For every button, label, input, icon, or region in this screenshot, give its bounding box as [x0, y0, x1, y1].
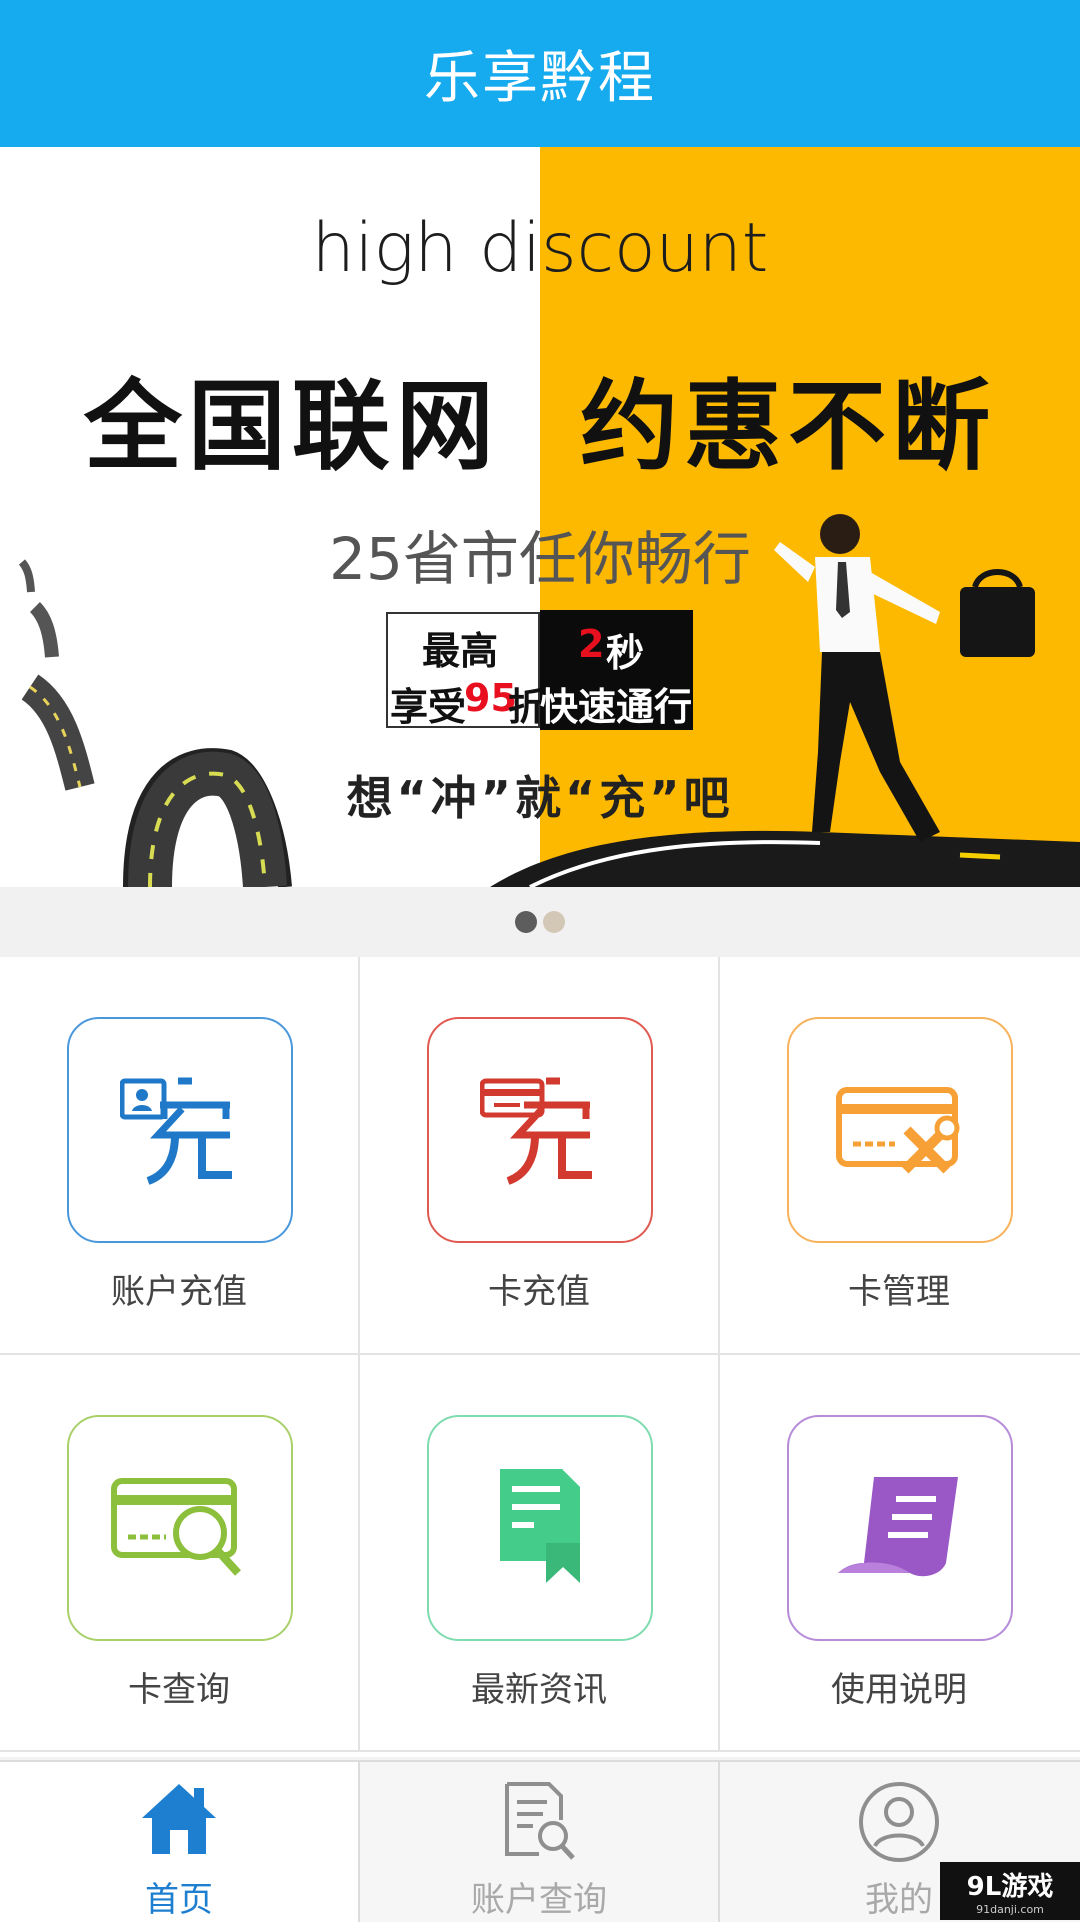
speed-seconds-value: 2 — [578, 622, 605, 666]
tab-home[interactable]: 首页 — [0, 1762, 358, 1922]
carousel-indicator — [0, 887, 1080, 957]
banner-subline: 25省市任你畅行 — [329, 525, 751, 593]
discount-top-text: 最高 — [422, 629, 499, 673]
home-icon — [129, 1780, 229, 1870]
road-illustration — [18, 559, 292, 887]
grid-item-instructions[interactable]: 使用说明 — [720, 1355, 1078, 1753]
tab-label: 账户查询 — [471, 1880, 607, 1920]
grid-item-label: 卡充值 — [488, 1272, 590, 1312]
bottom-tab-bar: 首页 账户查询 我的 — [0, 1760, 1080, 1922]
instructions-icon — [787, 1415, 1013, 1641]
banner-slogan: 想“冲”就“充”吧 — [346, 771, 734, 825]
card-recharge-icon — [427, 1017, 653, 1243]
watermark-url: 91danji.com — [976, 1903, 1044, 1916]
speed-box: 2 秒 快速通行 — [540, 610, 693, 730]
grid-item-account-recharge[interactable]: 账户充值 — [0, 957, 358, 1355]
grid-item-label: 卡查询 — [128, 1670, 230, 1710]
news-icon — [427, 1415, 653, 1641]
grid-item-card-query[interactable]: 卡查询 — [0, 1355, 358, 1753]
site-watermark: 9L游戏 91danji.com — [940, 1862, 1080, 1920]
grid-item-label: 卡管理 — [848, 1272, 950, 1312]
grid-item-label: 最新资讯 — [471, 1670, 607, 1710]
grid-item-card-manage[interactable]: 卡管理 — [720, 957, 1078, 1355]
card-manage-icon — [787, 1017, 1013, 1243]
app-title: 乐享黔程 — [424, 46, 656, 111]
card-query-icon — [67, 1415, 293, 1641]
profile-icon — [849, 1780, 949, 1870]
discount-box: 最高 享受 95 折 — [386, 612, 546, 729]
watermark-logo: 9L游戏 — [966, 1872, 1054, 1902]
grid-item-news[interactable]: 最新资讯 — [360, 1355, 718, 1753]
banner-headline: 全国联网 约惠不断 — [83, 370, 997, 484]
speed-seconds-unit: 秒 — [606, 631, 645, 675]
account-query-icon — [489, 1780, 589, 1870]
app-header: 乐享黔程 — [0, 0, 1080, 147]
promo-banner[interactable]: high discount 全国联网 约惠不断 25省市任你畅行 最高 享受 9… — [0, 147, 1080, 887]
banner-tagline: high discount — [311, 209, 769, 288]
carousel-dot[interactable] — [543, 911, 565, 933]
tab-label: 首页 — [145, 1880, 213, 1920]
grid-item-label: 使用说明 — [831, 1670, 967, 1710]
grid-item-label: 账户充值 — [111, 1272, 247, 1312]
speed-text: 快速通行 — [540, 685, 693, 729]
discount-text-a: 享受 — [390, 685, 467, 729]
account-recharge-icon — [67, 1017, 293, 1243]
carousel-dot-active[interactable] — [515, 911, 537, 933]
grid-item-card-recharge[interactable]: 卡充值 — [360, 957, 718, 1355]
tab-account-query[interactable]: 账户查询 — [360, 1762, 718, 1922]
